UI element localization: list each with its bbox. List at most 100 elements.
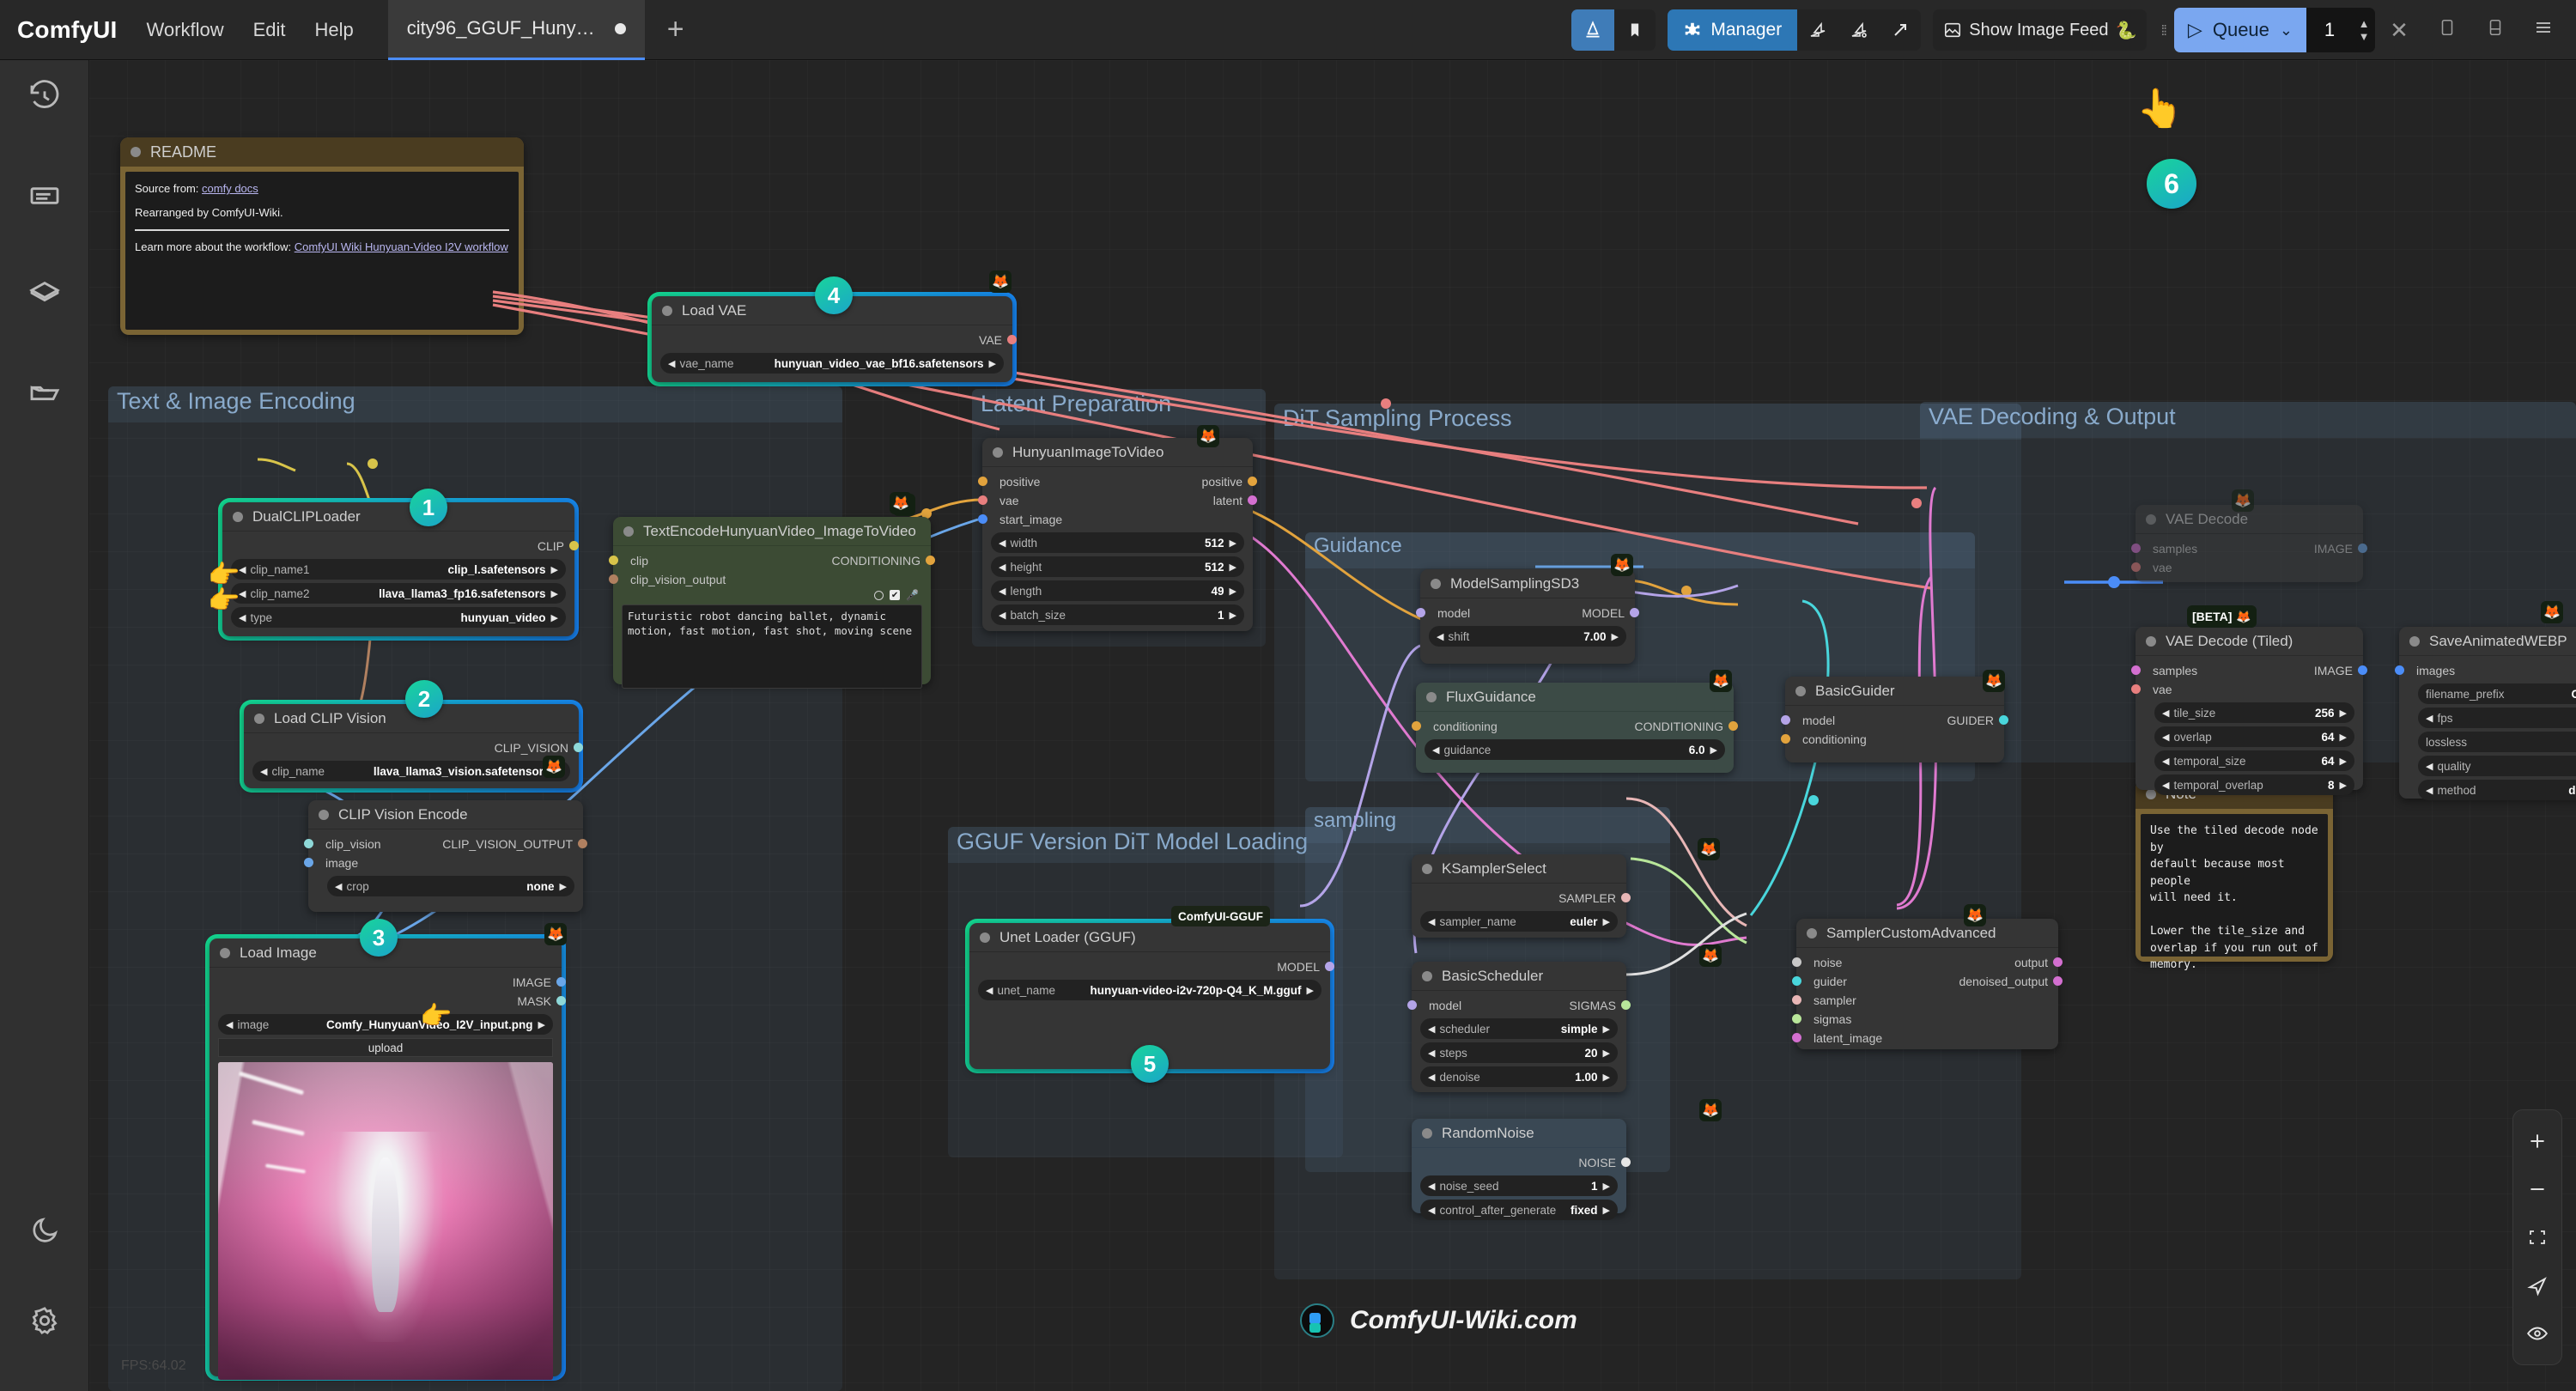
widget-temporal-size[interactable]: ◀ temporal_size 64 ▶ [2154,750,2354,771]
prev-arrow-icon[interactable]: ◀ [1428,1048,1435,1059]
widget-crop[interactable]: ◀ crop none ▶ [327,876,574,896]
widget-quality[interactable]: ◀ quality 80 ▶ [2418,756,2576,776]
next-arrow-icon[interactable]: ▶ [2340,756,2347,767]
widget-unet-name[interactable]: ◀ unet_name hunyuan-video-i2v-720p-Q4_K_… [978,980,1321,1000]
input-port-model[interactable] [1416,608,1425,617]
node-header[interactable]: BasicGuider [1785,677,2004,706]
widget-filename-prefix[interactable]: filename_prefix ComfyUI [2418,683,2576,704]
input-port-vae[interactable] [978,495,987,505]
install-models-icon[interactable] [1838,9,1880,51]
widget-guidance[interactable]: ◀ guidance 6.0 ▶ [1425,739,1725,760]
widget-vae-name[interactable]: ◀ vae_name hunyuan_video_vae_bf16.safete… [660,353,1004,374]
node-header[interactable]: CLIP Vision Encode [308,800,583,829]
input-port-clip-vision-output[interactable] [609,574,618,584]
output-port-clip-vision[interactable] [574,743,583,752]
menu-help[interactable]: Help [315,19,354,41]
widget-shift[interactable]: ◀ shift 7.00 ▶ [1429,626,1626,647]
menu-workflow[interactable]: Workflow [147,19,224,41]
input-port-samples[interactable] [2131,544,2141,553]
input-port-model[interactable] [1407,1000,1417,1010]
input-port-start-image[interactable] [978,514,987,524]
node-header[interactable]: BasicScheduler [1412,962,1626,991]
prev-arrow-icon[interactable]: ◀ [2162,708,2169,719]
collapse-dot-icon[interactable] [662,305,672,316]
share-arrow-icon[interactable] [1880,9,1921,51]
output-port-denoised-output[interactable] [2053,976,2063,986]
collapse-dot-icon[interactable] [980,932,990,943]
chevron-down-icon[interactable]: ⌄ [2280,21,2293,39]
node-text-encode-hunyuan[interactable]: TextEncodeHunyuanVideo_ImageToVideo clip… [609,517,935,689]
drag-handle[interactable]: ⁞⁞ [2160,23,2167,38]
collapse-dot-icon[interactable] [993,446,1003,458]
next-arrow-icon[interactable]: ▶ [551,588,558,599]
collapse-dot-icon[interactable] [1422,970,1432,981]
sidebar-item-node-library[interactable] [0,146,89,245]
input-port-clip-vision[interactable] [304,839,313,848]
next-arrow-icon[interactable]: ▶ [551,564,558,575]
collapse-dot-icon[interactable] [1807,927,1817,938]
node-basic-scheduler[interactable]: BasicScheduler model SIGMAS ◀ scheduler … [1407,962,1631,1092]
bookmark-icon[interactable] [1614,9,1656,51]
widget-control-after-generate[interactable]: ◀ control_after_generate fixed ▶ [1420,1200,1618,1220]
widget-fps[interactable]: ◀ fps 24.00 ▶ [2418,708,2576,728]
node-header[interactable]: KSamplerSelect [1412,854,1626,884]
prev-arrow-icon[interactable]: ◀ [2426,761,2433,772]
widget-batch-size[interactable]: ◀ batch_size 1 ▶ [991,604,1244,625]
stepper-up-icon[interactable]: ▲ [2359,17,2370,30]
widget-overlap[interactable]: ◀ overlap 64 ▶ [2154,726,2354,747]
output-port-clip[interactable] [569,541,579,550]
next-arrow-icon[interactable]: ▶ [1230,610,1236,621]
node-basic-guider[interactable]: BasicGuider model GUIDER conditioning [1781,677,2008,762]
prev-arrow-icon[interactable]: ◀ [2162,756,2169,767]
prev-arrow-icon[interactable]: ◀ [335,881,342,892]
next-arrow-icon[interactable]: ▶ [1603,1072,1610,1083]
radio-icon[interactable] [874,590,884,600]
input-port-image[interactable] [304,858,313,867]
next-arrow-icon[interactable]: ▶ [2340,732,2347,743]
input-port-conditioning[interactable] [1781,734,1790,744]
node-vae-decode-tiled[interactable]: VAE Decode (Tiled) samples IMAGE vae ◀ t… [2131,627,2367,795]
sidebar-item-queue-history[interactable] [0,47,89,146]
input-port-vae[interactable] [2131,684,2141,694]
output-port-image[interactable] [2358,665,2367,675]
node-vae-decode[interactable]: VAE Decode samples IMAGE vae [2131,505,2367,582]
widget-sampler-name[interactable]: ◀ sampler_name euler ▶ [1420,911,1618,932]
prev-arrow-icon[interactable]: ◀ [260,766,267,777]
panel-right-icon[interactable] [2423,17,2471,44]
widget-denoise[interactable]: ◀ denoise 1.00 ▶ [1420,1066,1618,1087]
collapse-dot-icon[interactable] [220,947,230,958]
node-dualcliploader[interactable]: DualCLIPLoader CLIP ◀ clip_name1 clip_l.… [222,502,579,636]
prev-arrow-icon[interactable]: ◀ [1428,1024,1435,1035]
input-port-latent-image[interactable] [1792,1033,1801,1042]
input-port-sampler[interactable] [1792,995,1801,1005]
node-header[interactable]: FluxGuidance [1416,683,1734,712]
collapse-dot-icon[interactable] [1422,1127,1432,1139]
prev-arrow-icon[interactable]: ◀ [226,1019,233,1030]
collapse-dot-icon[interactable] [1431,578,1441,589]
output-port-sigmas[interactable] [1621,1000,1631,1010]
prev-arrow-icon[interactable]: ◀ [1437,631,1443,642]
prev-arrow-icon[interactable]: ◀ [1428,916,1435,927]
prev-arrow-icon[interactable]: ◀ [2162,780,2169,791]
sidebar-item-workflows[interactable] [0,343,89,442]
graph-icon[interactable] [1571,9,1615,51]
next-arrow-icon[interactable]: ▶ [551,612,558,623]
next-arrow-icon[interactable]: ▶ [1603,1205,1610,1216]
widget-clip-type[interactable]: ◀ type hunyuan_video ▶ [231,607,566,628]
collapse-dot-icon[interactable] [1795,685,1806,696]
prev-arrow-icon[interactable]: ◀ [1428,1205,1435,1216]
node-header[interactable]: DualCLIPLoader [222,502,574,531]
install-nodes-icon[interactable] [1797,9,1838,51]
stepper-down-icon[interactable]: ▼ [2359,30,2370,43]
prev-arrow-icon[interactable]: ◀ [999,562,1005,573]
next-arrow-icon[interactable]: ▶ [2340,708,2347,719]
upload-button[interactable]: upload [218,1038,553,1057]
close-icon[interactable]: ✕ [2375,17,2423,44]
node-header[interactable]: SaveAnimatedWEBP [2399,627,2576,656]
output-port-output[interactable] [2053,957,2063,967]
node-load-clip-vision[interactable]: Load CLIP Vision CLIP_VISION ◀ clip_name… [244,704,583,788]
widget-method[interactable]: ◀ method default ▶ [2418,780,2576,800]
input-port-positive[interactable] [978,477,987,486]
widget-image-file[interactable]: ◀ image Comfy_HunyuanVideo_I2V_input.png… [218,1014,553,1035]
next-arrow-icon[interactable]: ▶ [2340,780,2347,791]
